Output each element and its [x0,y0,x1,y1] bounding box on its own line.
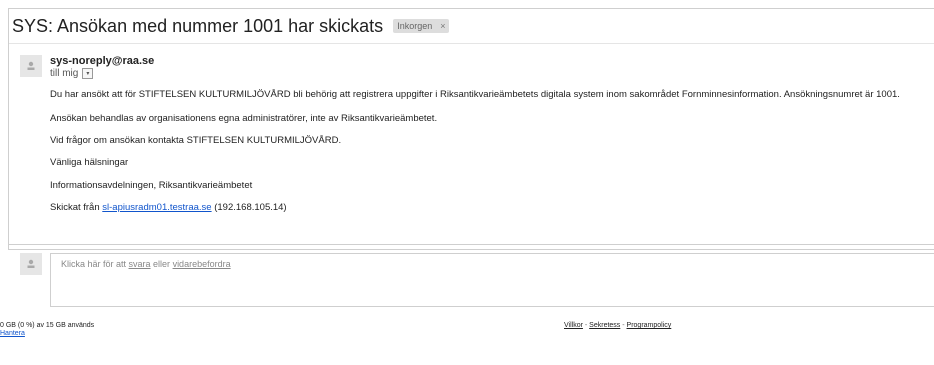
body-line-1: Du har ansökt att för STIFTELSEN KULTURM… [50,89,900,100]
label-chip-inbox[interactable]: Inkorgen × [393,19,450,33]
reply-prompt-middle: eller [150,259,173,269]
my-avatar [20,253,42,275]
terms-link[interactable]: Villkor [564,322,583,329]
body-line-6: Skickat från sl-apiusradm01.testraa.se (… [50,202,287,213]
sent-from-prefix: Skickat från [50,202,103,213]
message-subject: SYS: Ansökan med nummer 1001 har skickat… [12,15,384,36]
body-line-2: Ansökan behandlas av organisationens egn… [50,113,438,124]
recipient-line: till mig ▾ [50,68,94,79]
body-line-3: Vid frågor om ansökan kontakta STIFTELSE… [50,135,342,146]
body-line-5: Informationsavdelningen, Riksantikvarieä… [50,180,253,191]
header-divider [9,43,934,44]
recipient-text: till mig [50,68,79,79]
sent-from-host-link[interactable]: sl-apiusradm01.testraa.se [102,202,211,213]
storage-usage-text: 0 GB (0 %) av 15 GB används [0,322,95,329]
sender-email[interactable]: sys-noreply@raa.se [50,55,154,67]
program-policy-link[interactable]: Programpolicy [627,322,672,329]
person-icon [27,61,35,70]
reply-prompt[interactable]: Klicka här för att svara eller vidarebef… [61,259,231,269]
sent-from-ip: (192.168.105.14) [211,202,287,213]
chevron-down-icon[interactable]: ▾ [82,68,94,79]
privacy-link[interactable]: Sekretess [589,322,620,329]
message-frame [8,8,934,250]
label-chip-text: Inkorgen [397,21,433,31]
body-line-4: Vänliga hälsningar [50,157,129,168]
storage-info: 0 GB (0 %) av 15 GB används Hantera [0,322,94,338]
subject-row: SYS: Ansökan med nummer 1001 har skickat… [12,14,450,38]
footer-links: Villkor - Sekretess - Programpolicy [564,322,671,329]
reply-prompt-prefix: Klicka här för att [61,259,129,269]
sender-avatar [20,55,42,77]
person-icon [27,259,35,268]
remove-label-icon[interactable]: × [440,21,445,31]
reply-link[interactable]: svara [129,259,151,269]
forward-link[interactable]: vidarebefordra [173,259,231,269]
manage-storage-link[interactable]: Hantera [0,330,94,338]
